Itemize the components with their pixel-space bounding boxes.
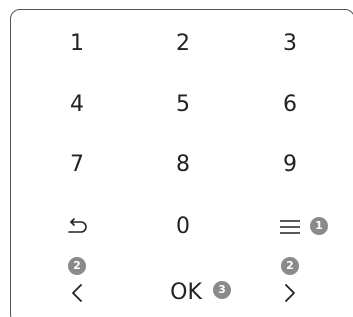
chevron-right-icon[interactable] — [283, 283, 297, 303]
key-6[interactable]: 6 — [283, 94, 297, 116]
menu-icon[interactable] — [279, 218, 301, 236]
key-0[interactable]: 0 — [176, 216, 190, 238]
ok-button[interactable]: OK — [170, 282, 202, 304]
key-1[interactable]: 1 — [70, 33, 84, 55]
key-7[interactable]: 7 — [70, 154, 84, 176]
callout-badge-right: 2 — [281, 257, 299, 275]
callout-badge-ok: 3 — [213, 281, 231, 299]
chevron-left-icon[interactable] — [70, 283, 84, 303]
key-2[interactable]: 2 — [176, 33, 190, 55]
remote-keypad: 1 2 3 4 5 6 7 8 9 0 1 2 OK 3 2 — [0, 0, 353, 317]
callout-badge-left: 2 — [68, 257, 86, 275]
key-5[interactable]: 5 — [176, 94, 190, 116]
key-4[interactable]: 4 — [70, 94, 84, 116]
callout-badge-menu: 1 — [310, 217, 328, 235]
key-9[interactable]: 9 — [283, 154, 297, 176]
back-arrow-icon[interactable] — [66, 218, 88, 236]
key-3[interactable]: 3 — [283, 33, 297, 55]
key-8[interactable]: 8 — [176, 154, 190, 176]
